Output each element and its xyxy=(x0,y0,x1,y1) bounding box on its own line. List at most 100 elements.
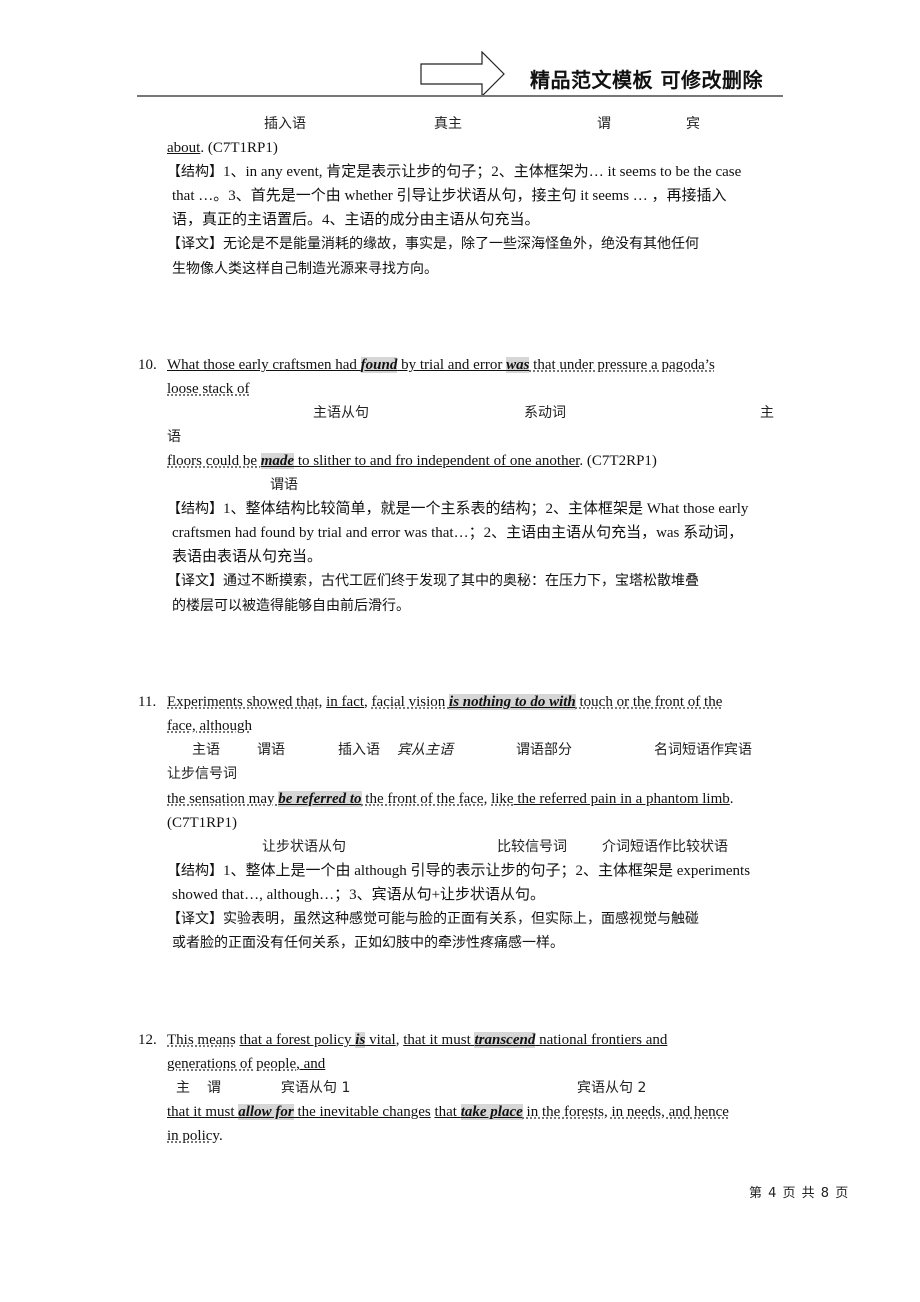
structure-text: 1、in any event, 肯定是表示让步的句子；2、主体框架为… it s… xyxy=(223,164,742,180)
subject-clause: by trial and error xyxy=(397,357,507,373)
annotation: 谓语 xyxy=(270,477,298,493)
translation-label: 【译文】 xyxy=(167,573,223,589)
predicative-clause: to slither to and fro independent of one… xyxy=(294,453,580,469)
structure-label: 【结构】 xyxy=(167,164,223,180)
relative-clause: that xyxy=(434,1104,461,1120)
structure-line: 表语由表语从句充当。 xyxy=(172,549,323,565)
concession-clause: the sensation may xyxy=(167,791,279,807)
source-ref: . (C7T1RP1) xyxy=(200,140,278,156)
highlighted-verb: is nothing to do with xyxy=(449,694,576,710)
translation-text: 通过不断摸索，古代工匠们终于发现了其中的奥秘：在压力下，宝塔松散堆叠 xyxy=(223,573,699,589)
sentence-line: about. (C7T1RP1) xyxy=(167,136,278,160)
object-clause-1: that a forest policy xyxy=(239,1032,356,1048)
annotation: 插入语 xyxy=(338,742,380,758)
source-ref: . (C7T2RP1) xyxy=(579,453,657,469)
sentence-fragment: about xyxy=(167,140,201,156)
translation-line: 【译文】无论是不是能量消耗的缘故，事实是，除了一些深海怪鱼外，绝没有其他任何 xyxy=(167,232,699,256)
annotation: 让步信号词 xyxy=(167,766,237,782)
annotation: 主语 xyxy=(192,742,220,758)
structure-line: 语，真正的主语置后。4、主语的成分由主语从句充当。 xyxy=(172,212,540,228)
object-clause-1: vital xyxy=(365,1032,396,1048)
object-clause-3: the inevitable changes xyxy=(293,1104,431,1120)
item-number: 11. xyxy=(138,694,157,710)
annotation: 系动词 xyxy=(524,405,566,421)
highlighted-verb: was xyxy=(506,357,530,373)
translation-line: 或者脸的正面没有任何关系，正如幻肢中的牵涉性疼痛感一样。 xyxy=(172,935,564,951)
highlighted-verb: allow for xyxy=(238,1104,294,1120)
object-clause-2: national frontiers and xyxy=(535,1032,668,1048)
item-10-line3: floors could be made to slither to and f… xyxy=(167,449,657,473)
structure-line: 【结构】1、整体结构比较简单，就是一个主系表的结构；2、主体框架是 What t… xyxy=(167,497,748,521)
object-clause-2: generations of people xyxy=(167,1056,297,1072)
highlighted-verb: transcend xyxy=(474,1032,536,1048)
annotation: 主 xyxy=(176,1080,190,1096)
annotation: 主语从句 xyxy=(313,405,369,421)
relative-clause: in the forests, in needs, and hence xyxy=(522,1104,729,1120)
annotation: 谓 xyxy=(207,1080,221,1096)
annotation: 宾 xyxy=(686,116,700,132)
item-11-line2: face, although xyxy=(167,714,252,738)
object-clause-3: that it must xyxy=(167,1104,239,1120)
concession-clause: the front of the face xyxy=(361,791,484,807)
annotation: 主 xyxy=(760,405,774,421)
structure-line: 【结构】1、整体上是一个由 although 引导的表示让步的句子；2、主体框架… xyxy=(167,859,750,883)
item-12-line2: generations of people, and xyxy=(167,1052,325,1076)
annotation: 宾语从句 2 xyxy=(577,1080,647,1096)
structure-line: showed that…, although…；3、宾语从句+让步状语从句。 xyxy=(172,887,546,903)
annotation: 插入语 xyxy=(264,116,306,132)
header-title: 精品范文模板 可修改删除 xyxy=(530,68,763,92)
item-12-line3: that it must allow for the inevitable ch… xyxy=(167,1100,729,1124)
relative-clause: in policy xyxy=(167,1128,219,1144)
translation-label: 【译文】 xyxy=(167,236,223,252)
main-clause: This means xyxy=(167,1032,236,1048)
item-10-line2: loose stack of xyxy=(167,377,249,401)
structure-label: 【结构】 xyxy=(167,501,223,517)
highlighted-verb: found xyxy=(360,357,398,373)
annotation: 名词短语作宾语 xyxy=(654,742,752,758)
prepositional-phrase: the referred pain in a phantom limb xyxy=(513,791,730,807)
structure-line: 【结构】1、in any event, 肯定是表示让步的句子；2、主体框架为… … xyxy=(167,160,741,184)
translation-line: 【译文】实验表明，虽然这种感觉可能与脸的正面有关系，但实际上，面感视觉与触碰 xyxy=(167,907,699,931)
item-11-line3: the sensation may be referred to the fro… xyxy=(167,787,734,811)
structure-line: that …。3、首先是一个由 whether 引导让步状语从句，接主句 it … xyxy=(172,188,727,204)
highlighted-verb: be referred to xyxy=(278,791,362,807)
structure-label: 【结构】 xyxy=(167,863,223,879)
item-10-line1: 10. What those early craftsmen had found … xyxy=(138,353,715,377)
item-12-line1: 12. This means that a forest policy is vi… xyxy=(138,1028,667,1052)
translation-text: 实验表明，虽然这种感觉可能与脸的正面有关系，但实际上，面感视觉与触碰 xyxy=(223,911,699,927)
annotation: 宾从主语 xyxy=(397,742,453,758)
item-11-line1: 11. Experiments showed that, in fact, fac… xyxy=(138,690,722,714)
highlighted-verb: made xyxy=(260,453,295,469)
object-clause-subject: facial vision xyxy=(371,694,450,710)
subject-clause: What those early craftsmen had xyxy=(167,357,361,373)
annotation: 介词短语作比较状语 xyxy=(602,839,728,855)
punctuation: . xyxy=(729,791,734,807)
annotation: 宾语从句 1 xyxy=(281,1080,351,1096)
header-rule xyxy=(137,95,783,97)
concession-signal: face, although xyxy=(167,718,252,734)
punctuation: , xyxy=(483,791,492,807)
predicative-clause: loose stack of xyxy=(167,381,250,397)
main-clause: Experiments showed that xyxy=(167,694,319,710)
conjunction: , and xyxy=(296,1056,326,1072)
arrow-icon xyxy=(420,51,505,97)
punctuation: , xyxy=(364,694,372,710)
predicative-clause: floors could be xyxy=(167,453,261,469)
item-12-line4: in policy. xyxy=(167,1124,223,1148)
punctuation: . xyxy=(218,1128,223,1144)
annotation: 比较信号词 xyxy=(497,839,567,855)
highlighted-verb: take place xyxy=(460,1104,523,1120)
structure-line: craftsmen had found by trial and error w… xyxy=(172,525,744,541)
noun-phrase-object: touch or the front of the xyxy=(575,694,723,710)
translation-line: 的楼层可以被造得能够自由前后滑行。 xyxy=(172,598,410,614)
parenthesis: in fact xyxy=(326,694,365,710)
item-number: 12. xyxy=(138,1032,157,1048)
translation-text: 无论是不是能量消耗的缘故，事实是，除了一些深海怪鱼外，绝没有其他任何 xyxy=(223,236,699,252)
structure-text: 1、整体结构比较简单，就是一个主系表的结构；2、主体框架是 What those… xyxy=(223,501,749,517)
translation-line: 【译文】通过不断摸索，古代工匠们终于发现了其中的奥秘：在压力下，宝塔松散堆叠 xyxy=(167,569,699,593)
annotation: 谓语部分 xyxy=(516,742,572,758)
item-number: 10. xyxy=(138,357,157,373)
object-clause-2: that it must xyxy=(403,1032,475,1048)
page-number: 第 4 页 共 8 页 xyxy=(749,1186,850,1201)
predicative-clause: that under pressure a pagoda’s xyxy=(529,357,715,373)
